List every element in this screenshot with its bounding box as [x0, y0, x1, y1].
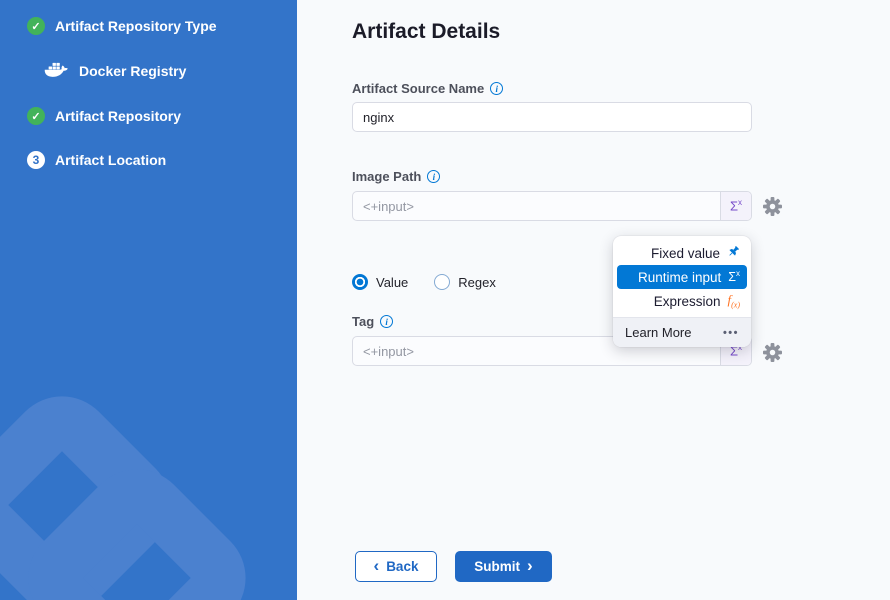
- tag-settings-gear-icon[interactable]: [763, 343, 782, 362]
- back-button[interactable]: ‹ Back: [355, 551, 437, 582]
- pin-icon: [727, 245, 740, 261]
- tag-label: Tag i: [352, 314, 393, 329]
- image-path-field: Σx: [352, 191, 752, 221]
- input-type-options: Fixed value Runtime input: [613, 236, 751, 317]
- radio-selected[interactable]: [352, 274, 368, 290]
- substep-label: Docker Registry: [79, 63, 186, 79]
- sigma-icon: Σx: [728, 269, 740, 284]
- submit-button-label: Submit: [474, 559, 520, 574]
- image-path-label: Image Path i: [352, 169, 440, 184]
- more-options-dots-icon[interactable]: •••: [723, 327, 739, 339]
- image-path-settings-gear-icon[interactable]: [763, 197, 782, 216]
- radio-label: Regex: [458, 275, 496, 290]
- tag-match-mode-radios: Value Regex: [352, 273, 496, 291]
- info-glyph: i: [433, 172, 436, 182]
- input-type-dropdown-menu: Fixed value Runtime input: [613, 236, 751, 347]
- menu-item-label: Expression: [654, 294, 721, 309]
- menu-item-expression[interactable]: Expression f(x): [617, 289, 747, 313]
- step-label: Artifact Repository: [55, 108, 181, 124]
- label-text: Tag: [352, 314, 374, 329]
- menu-item-label: Fixed value: [651, 246, 720, 261]
- chevron-right-icon: ›: [527, 557, 533, 574]
- check-glyph: ✓: [31, 110, 40, 123]
- radio-option-regex[interactable]: Regex: [434, 274, 496, 290]
- menu-footer: Learn More •••: [613, 317, 751, 347]
- menu-item-fixed-value[interactable]: Fixed value: [617, 241, 747, 265]
- fx-icon: f(x): [727, 292, 740, 310]
- submit-button[interactable]: Submit ›: [455, 551, 552, 582]
- radio-label: Value: [376, 275, 408, 290]
- artifact-source-name-label: Artifact Source Name i: [352, 81, 503, 96]
- step-number: 3: [33, 153, 40, 167]
- artifact-details-panel: Artifact Details Artifact Source Name i …: [297, 0, 890, 600]
- check-glyph: ✓: [31, 20, 40, 33]
- sidebar-step-artifact-location[interactable]: 3 Artifact Location: [27, 151, 166, 169]
- radio-unselected[interactable]: [434, 274, 450, 290]
- info-icon[interactable]: i: [380, 315, 393, 328]
- label-text: Image Path: [352, 169, 421, 184]
- step-label: Artifact Repository Type: [55, 18, 217, 34]
- image-path-input[interactable]: [352, 191, 752, 221]
- step-number-badge: 3: [27, 151, 45, 169]
- back-button-label: Back: [386, 559, 418, 574]
- info-glyph: i: [495, 84, 498, 94]
- chevron-left-icon: ‹: [374, 557, 380, 574]
- label-text: Artifact Source Name: [352, 81, 484, 96]
- page-title: Artifact Details: [352, 20, 500, 44]
- learn-more-link[interactable]: Learn More: [625, 325, 691, 340]
- sigma-icon: Σx: [730, 198, 742, 213]
- docker-whale-icon: [44, 59, 70, 83]
- menu-item-runtime-input[interactable]: Runtime input Σx: [617, 265, 747, 289]
- sidebar-step-artifact-repository-type[interactable]: ✓ Artifact Repository Type: [27, 17, 217, 35]
- artifact-source-name-input[interactable]: [352, 102, 752, 132]
- menu-item-label: Runtime input: [638, 270, 721, 285]
- step-complete-check-icon: ✓: [27, 107, 45, 125]
- sidebar-step-artifact-repository[interactable]: ✓ Artifact Repository: [27, 107, 181, 125]
- runtime-input-type-button[interactable]: Σx: [720, 192, 751, 220]
- sidebar-substep-docker-registry[interactable]: Docker Registry: [44, 59, 186, 83]
- info-icon[interactable]: i: [490, 82, 503, 95]
- step-label: Artifact Location: [55, 152, 166, 168]
- wizard-sidebar: ✓ Artifact Repository Type Docker Regist…: [0, 0, 297, 600]
- info-glyph: i: [385, 317, 388, 327]
- artifact-wizard-window: ✓ Artifact Repository Type Docker Regist…: [0, 0, 890, 600]
- step-complete-check-icon: ✓: [27, 17, 45, 35]
- info-icon[interactable]: i: [427, 170, 440, 183]
- radio-option-value[interactable]: Value: [352, 274, 408, 290]
